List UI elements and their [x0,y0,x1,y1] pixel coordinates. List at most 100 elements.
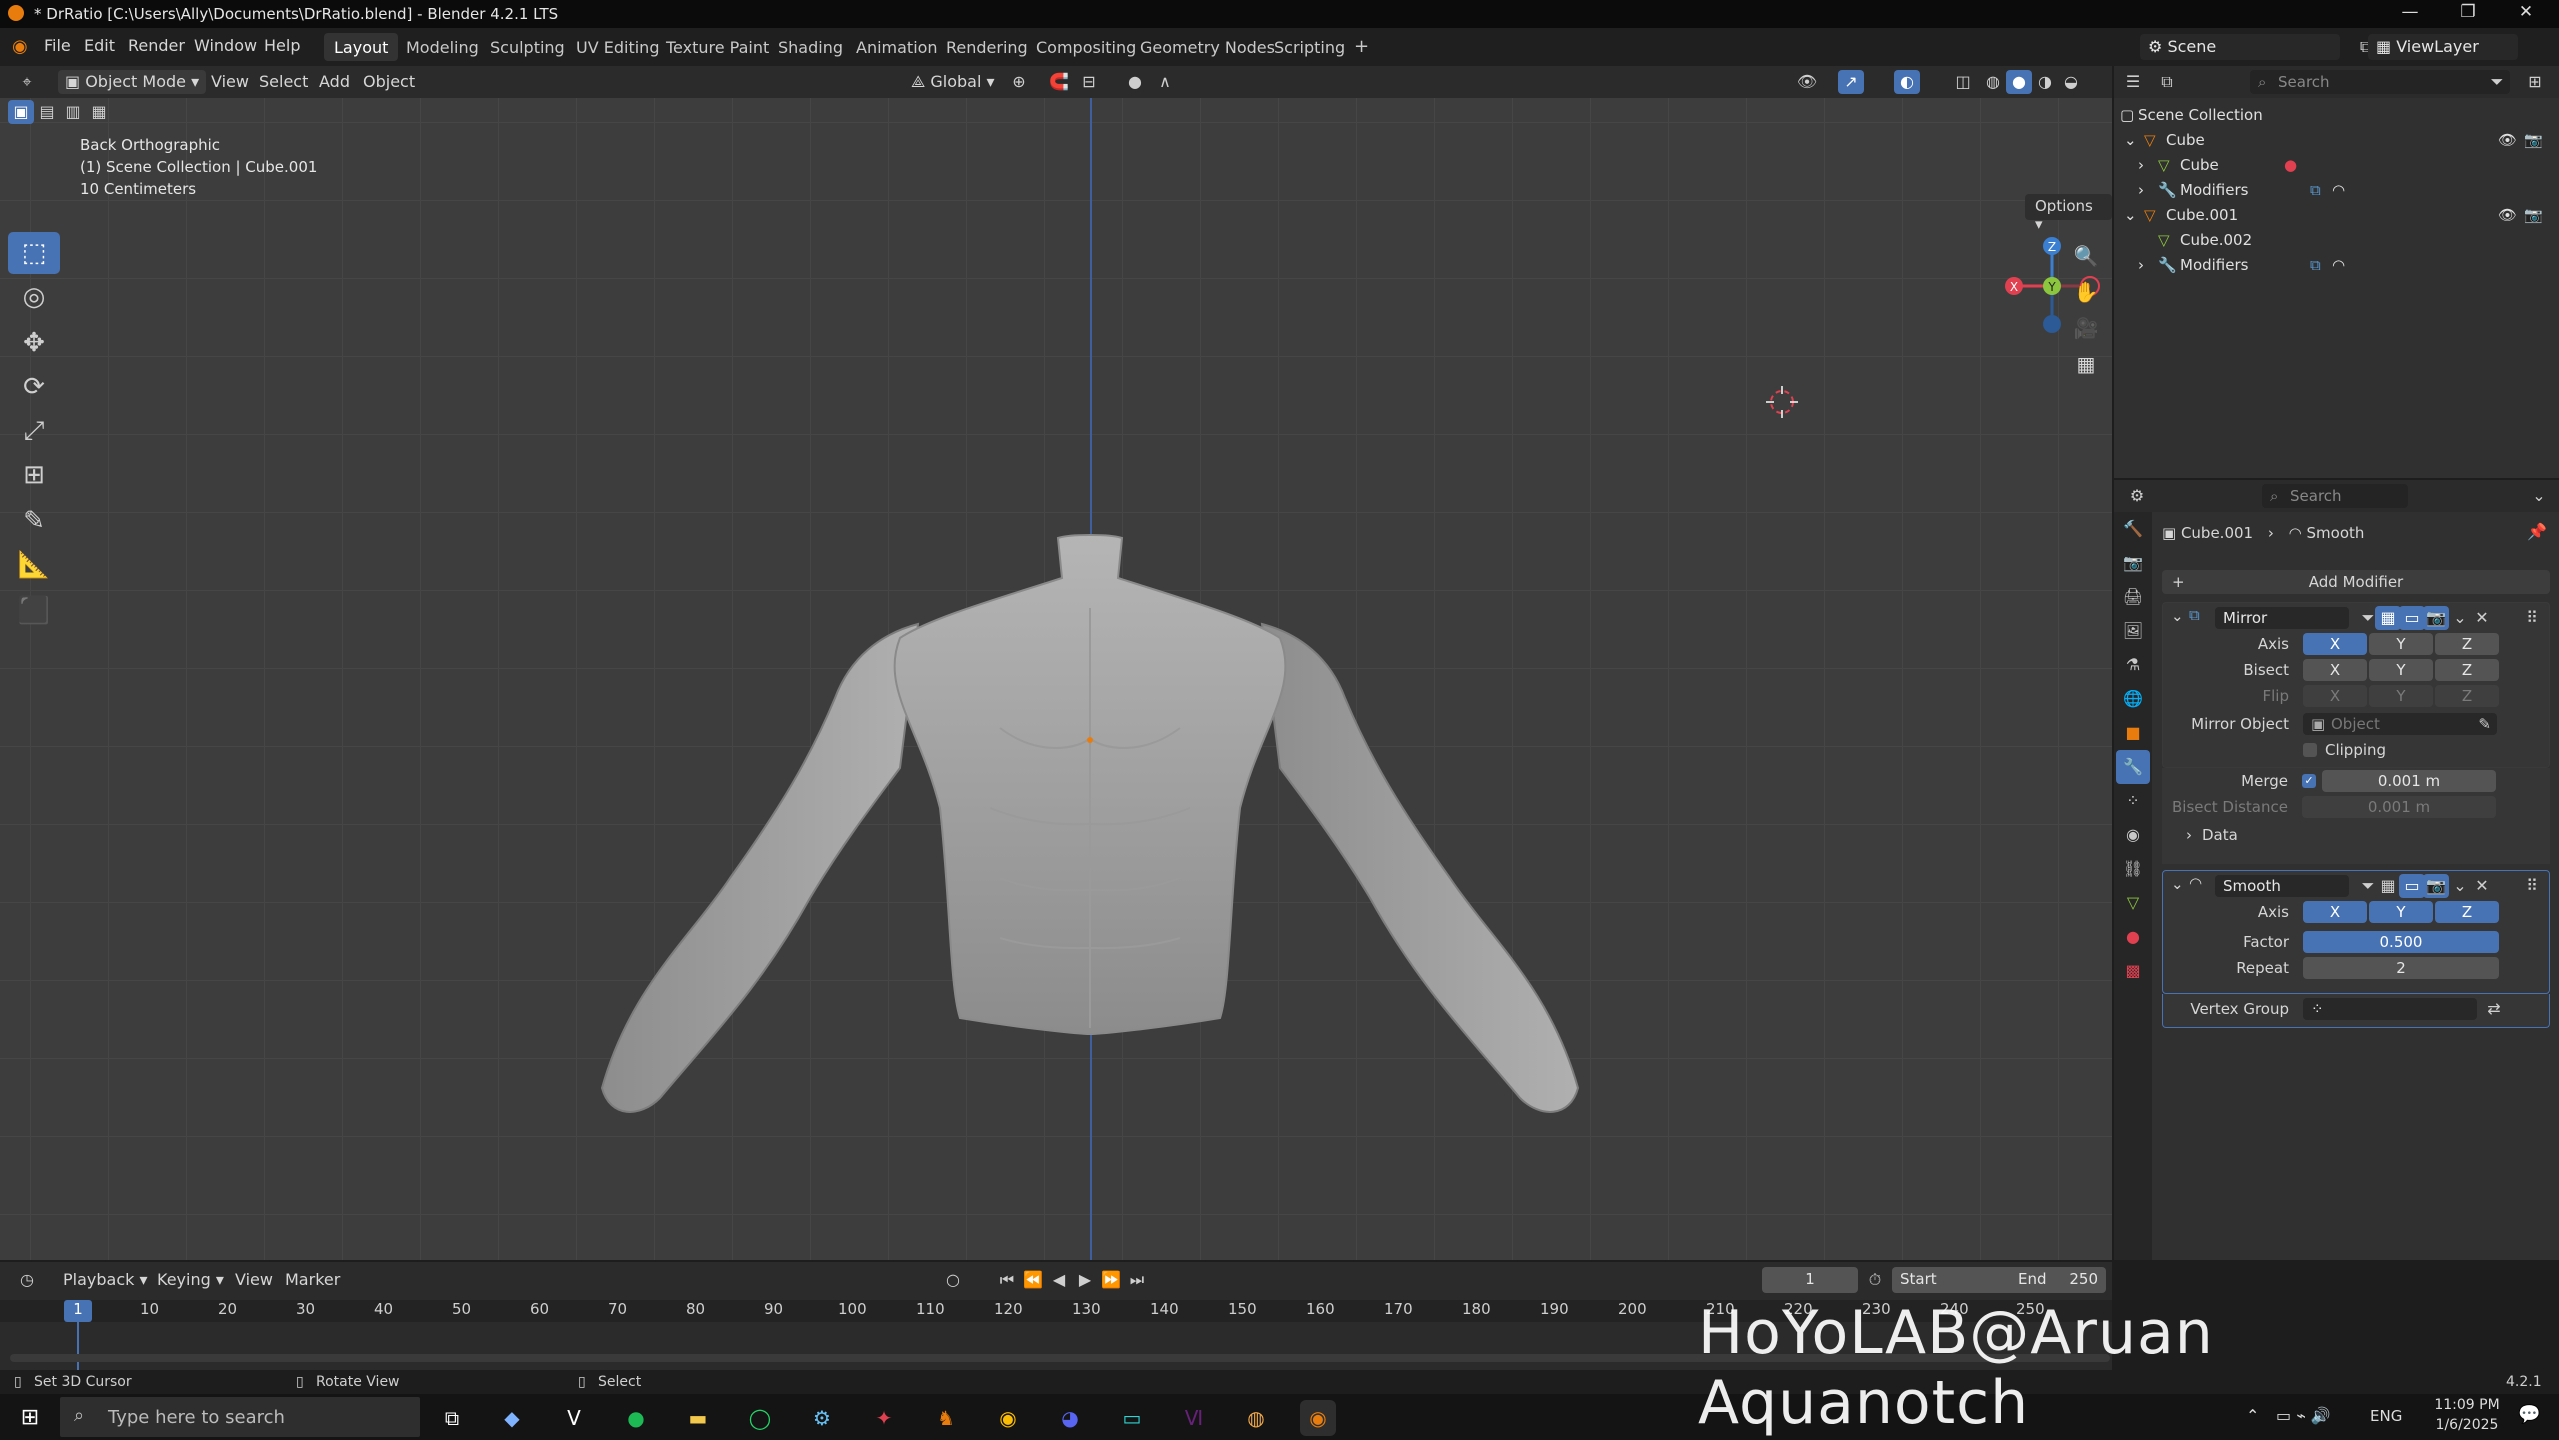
keying-menu[interactable]: Keying ▾ [150,1268,231,1292]
bisect-y[interactable]: Y [2369,659,2433,681]
constraints-tab-icon[interactable]: ⛓ [2116,852,2150,886]
zoom-icon[interactable]: 🔍 [2070,240,2102,272]
solid-shading-icon[interactable]: ● [2006,70,2032,94]
camera-view-icon[interactable]: 🎥 [2070,312,2102,344]
scene-tab-icon[interactable]: ⚗ [2116,648,2150,682]
current-frame-field[interactable]: 1 [1762,1267,1858,1293]
tab-modeling[interactable]: Modeling [396,33,489,61]
menu-help[interactable]: Help [264,36,300,55]
jump-key-back-icon[interactable]: ⏪ [1020,1268,1046,1292]
remove-modifier-icon[interactable]: ✕ [2469,874,2495,898]
blender-menu-icon[interactable]: ◉ [12,36,28,57]
file-explorer-icon[interactable]: ▬ [680,1400,716,1436]
outliner-row-cube-001[interactable]: ⌄ ▽ Cube.001 👁 📷 [2114,206,2559,231]
app-icon[interactable]: ✦ [866,1400,902,1436]
timeline-view-menu[interactable]: View [228,1268,280,1292]
outliner-row-modifiers[interactable]: › 🔧 Modifiers ⧉ ◠ [2114,181,2559,206]
mirror-axis-x[interactable]: X [2303,633,2367,655]
tab-sculpting[interactable]: Sculpting [480,33,575,61]
eye-icon[interactable]: 👁 [2498,131,2517,149]
add-modifier-button[interactable]: + Add Modifier [2162,570,2550,594]
3d-viewport[interactable]: Back Orthographic (1) Scene Collection |… [0,98,2112,1260]
mirror-name-field[interactable]: Mirror [2215,607,2349,629]
bisect-x[interactable]: X [2303,659,2367,681]
move-tool-icon[interactable]: ✥ [8,322,60,364]
select-invert-icon[interactable]: ▦ [86,100,112,124]
menu-file[interactable]: File [44,36,71,55]
menu-edit[interactable]: Edit [84,36,115,55]
playhead[interactable]: 1 [64,1300,92,1322]
visual-studio-icon[interactable]: Ⅵ [1176,1400,1212,1436]
add-cube-tool-icon[interactable]: ⬛ [8,590,60,632]
eyedropper-icon[interactable]: ✎ [2478,713,2491,735]
view-layer-tab-icon[interactable]: 🖼 [2116,614,2150,648]
tab-geometry-nodes[interactable]: Geometry Nodes [1130,33,1285,61]
whatsapp-icon[interactable]: ◯ [742,1400,778,1436]
jump-end-icon[interactable]: ⏭ [1124,1268,1150,1292]
bisect-z[interactable]: Z [2435,659,2499,681]
overlay-toggle-icon[interactable]: ◐ [1894,70,1920,94]
annotate-tool-icon[interactable]: ✎ [8,500,60,542]
play-icon[interactable]: ▶ [1072,1268,1098,1292]
wireframe-shading-icon[interactable]: ◍ [1980,70,2006,94]
merge-distance-field[interactable]: 0.001 m [2322,770,2496,792]
copilot-icon[interactable]: ◆ [494,1400,530,1436]
remove-modifier-icon[interactable]: ✕ [2469,606,2495,630]
tab-rendering[interactable]: Rendering [936,33,1038,61]
flip-y[interactable]: Y [2369,685,2433,707]
data-tab-icon[interactable]: ▽ [2116,886,2150,920]
menu-object[interactable]: Object [356,70,422,94]
frame-rate-icon[interactable]: ⏱ [1862,1268,1888,1292]
terminal-icon[interactable]: ▭ [1114,1400,1150,1436]
tool-tab-icon[interactable]: 🔨 [2116,512,2150,546]
outliner-row-scene-collection[interactable]: ▢ Scene Collection [2114,106,2559,131]
auto-key-icon[interactable]: ○ [940,1268,966,1292]
render-tab-icon[interactable]: 📷 [2116,546,2150,580]
mirror-axis-z[interactable]: Z [2435,633,2499,655]
mirror-object-field[interactable]: ▣ Object ✎ [2303,713,2497,735]
viewport-toggle-icon[interactable]: ▭ [2399,874,2425,898]
smooth-axis-x[interactable]: X [2303,901,2367,923]
windows-start-icon[interactable]: ⊞ [12,1400,48,1436]
snap-icon[interactable]: 🧲 [1046,70,1072,94]
camera-icon[interactable]: 📷 [2524,206,2543,224]
discord-icon[interactable]: ◕ [1052,1400,1088,1436]
tab-uv-editing[interactable]: UV Editing [566,33,669,61]
app-icon[interactable]: ◍ [1238,1400,1274,1436]
rotate-tool-icon[interactable]: ⟳ [8,366,60,408]
bisect-distance-field[interactable]: 0.001 m [2302,796,2496,818]
smooth-axis-z[interactable]: Z [2435,901,2499,923]
drag-handle-icon[interactable]: ⠿ [2519,874,2545,898]
menu-render[interactable]: Render [128,36,185,55]
ortho-grid-icon[interactable]: ▦ [2070,348,2102,380]
xray-icon[interactable]: ◫ [1950,70,1976,94]
data-subpanel-label[interactable]: Data [2202,826,2238,844]
transform-tool-icon[interactable]: ⊞ [8,454,60,496]
tab-texture-paint[interactable]: Texture Paint [656,33,779,61]
material-tab-icon[interactable]: ● [2116,920,2150,954]
chrome-icon[interactable]: ◉ [990,1400,1026,1436]
cage-toggle-icon[interactable]: ▦ [2375,874,2401,898]
measure-tool-icon[interactable]: 📐 [8,544,60,586]
playback-menu[interactable]: Playback ▾ [56,1268,155,1292]
mode-dropdown[interactable]: ▣ Object Mode ▾ [58,70,207,94]
cage-toggle-icon[interactable]: ▦ [2375,606,2401,630]
chevron-down-icon[interactable]: ⌄ [2171,607,2184,625]
smooth-axis-y[interactable]: Y [2369,901,2433,923]
scene-selector[interactable]: ⚙ Scene [2140,34,2340,60]
menu-select[interactable]: Select [252,70,315,94]
object-tab-icon[interactable]: ■ [2116,716,2150,750]
select-subtract-icon[interactable]: ▥ [60,100,86,124]
flip-x[interactable]: X [2303,685,2367,707]
tab-shading[interactable]: Shading [768,33,853,61]
eye-icon[interactable]: 👁 [2498,206,2517,224]
modifier-tab-icon[interactable]: 🔧 [2116,750,2150,784]
options-button[interactable]: Options ▾ [2025,194,2112,233]
blender-taskbar-icon[interactable]: ◉ [1300,1400,1336,1436]
vivaldi-icon[interactable]: V [556,1400,592,1436]
merge-checkbox[interactable]: ✓ [2302,774,2316,788]
view-layer-selector[interactable]: ▦ ViewLayer [2368,34,2518,60]
clipping-checkbox[interactable] [2303,743,2317,757]
outliner-row-cube-002[interactable]: ▽ Cube.002 [2114,231,2559,256]
drag-handle-icon[interactable]: ⠿ [2519,606,2545,630]
